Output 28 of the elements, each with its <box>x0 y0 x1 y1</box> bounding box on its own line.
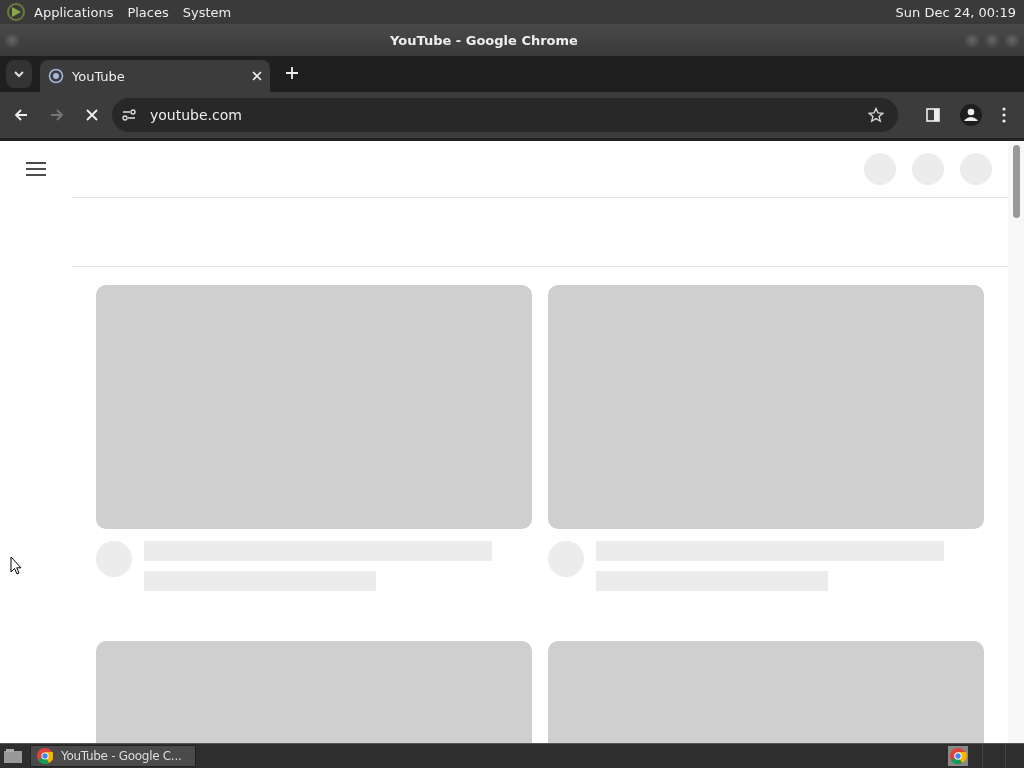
clock[interactable]: Sun Dec 24, 00:19 <box>895 4 1016 20</box>
menu-dots-icon[interactable] <box>1002 107 1006 123</box>
bookmark-star-icon[interactable] <box>868 107 884 123</box>
new-tab-icon[interactable] <box>286 67 298 79</box>
site-settings-icon[interactable] <box>122 109 136 121</box>
taskbar-window-button[interactable]: YouTube - Google C... <box>30 745 196 767</box>
chrome-icon[interactable] <box>948 746 968 766</box>
profile-icon[interactable] <box>960 104 982 126</box>
window-title: YouTube - Google Chrome <box>389 32 579 48</box>
back-arrow-icon[interactable] <box>14 108 28 122</box>
address-bar[interactable]: youtube.com <box>112 98 898 132</box>
close-icon[interactable] <box>252 71 262 81</box>
panel-menu[interactable]: System <box>182 4 232 20</box>
panel-menu[interactable]: Applications <box>34 4 114 20</box>
menu-icon[interactable] <box>26 162 46 176</box>
tab-search-button[interactable] <box>6 60 32 88</box>
stop-icon[interactable] <box>86 109 98 121</box>
caret-icon <box>14 70 24 78</box>
loading-globe-icon <box>48 68 64 84</box>
show-desktop-icon[interactable] <box>4 749 22 763</box>
distro-logo-icon[interactable] <box>6 2 26 22</box>
scrollbar-thumb[interactable] <box>1012 145 1020 218</box>
mouse-pointer-icon <box>10 556 22 575</box>
panel-menu[interactable]: Places <box>127 4 169 20</box>
browser-tab[interactable]: YouTube <box>40 60 270 92</box>
chrome-icon <box>37 748 53 764</box>
side-panel-icon[interactable] <box>926 108 940 122</box>
forward-arrow-icon[interactable] <box>50 108 64 122</box>
